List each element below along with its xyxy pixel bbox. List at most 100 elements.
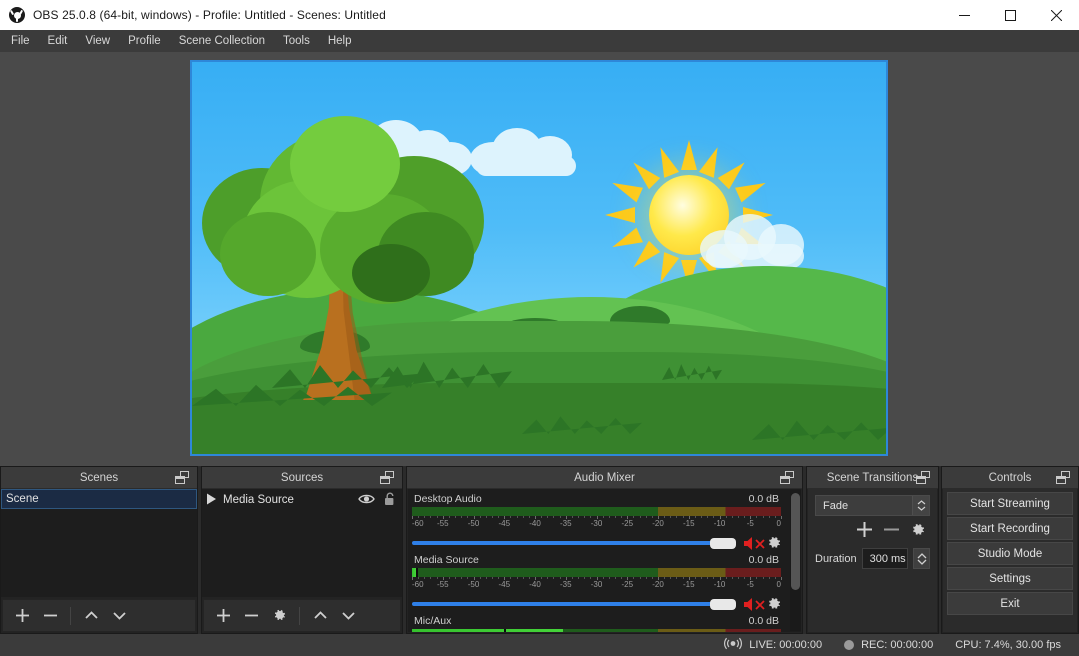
sources-header: Sources — [202, 467, 402, 489]
mixer-channel: Mic/Aux0.0 dB-60-55-50-45-40-35-30-25-20… — [408, 611, 801, 632]
meter-tick — [614, 516, 616, 518]
preview-canvas[interactable] — [190, 60, 888, 456]
maximize-icon[interactable] — [987, 0, 1033, 30]
meter-tick — [707, 577, 709, 579]
meter-tick — [510, 516, 512, 518]
scenes-list[interactable]: Scene — [1, 489, 197, 597]
meter-tick — [448, 577, 450, 579]
transition-select-arrows[interactable] — [912, 496, 929, 515]
start-recording-button[interactable]: Start Recording — [947, 517, 1073, 540]
transition-select[interactable]: Fade — [815, 495, 930, 516]
channel-header: Mic/Aux 0.0 dB — [412, 615, 781, 629]
volume-slider-handle[interactable] — [710, 537, 736, 549]
chevron-up-icon[interactable] — [307, 603, 333, 629]
channel-name: Desktop Audio — [414, 493, 482, 505]
meter-tick — [701, 516, 703, 518]
gear-icon[interactable] — [266, 603, 292, 629]
meter-tick — [571, 577, 573, 579]
menu-item-edit[interactable]: Edit — [39, 30, 77, 52]
float-dock-icon[interactable] — [780, 471, 794, 484]
menu-item-scene-collection[interactable]: Scene Collection — [170, 30, 274, 52]
duration-input[interactable]: 300 ms — [861, 548, 908, 569]
meter-tick — [491, 577, 493, 579]
mixer-title: Audio Mixer — [574, 471, 635, 484]
remove-icon[interactable] — [37, 603, 63, 629]
meter-tick — [781, 516, 782, 519]
scene-item-label: Scene — [6, 493, 39, 505]
menu-item-help[interactable]: Help — [319, 30, 361, 52]
eye-icon[interactable] — [358, 493, 375, 508]
meter-tick — [768, 516, 770, 518]
meter-tick — [455, 516, 457, 518]
meter-background — [412, 507, 781, 516]
meter-tick — [424, 577, 426, 579]
menu-item-profile[interactable]: Profile — [119, 30, 170, 52]
float-dock-icon[interactable] — [380, 471, 394, 484]
chevron-up-icon[interactable] — [78, 603, 104, 629]
sources-list[interactable]: Media Source — [202, 489, 402, 597]
float-dock-icon[interactable] — [916, 471, 930, 484]
live-timer: LIVE: 00:00:00 — [749, 639, 823, 651]
meter-tick-label: -15 — [682, 519, 695, 528]
meter-tick-label: -35 — [559, 519, 572, 528]
close-icon[interactable] — [1033, 0, 1079, 30]
meter-tick — [498, 577, 500, 579]
muted-speaker-icon[interactable] — [743, 597, 765, 611]
duration-stepper[interactable] — [913, 548, 930, 569]
meter-tick — [713, 577, 715, 579]
menu-item-view[interactable]: View — [76, 30, 119, 52]
meter-tick-label: -50 — [467, 519, 480, 528]
meter-tick — [516, 577, 518, 579]
volume-slider[interactable] — [412, 537, 736, 549]
float-dock-icon[interactable] — [175, 471, 189, 484]
remove-icon[interactable] — [238, 603, 264, 629]
duration-label: Duration — [815, 552, 857, 565]
float-dock-icon[interactable] — [1056, 471, 1070, 484]
mixer-channel: Desktop Audio 0.0 dB -60 -55 -50 -45 -40 -35 -30… — [408, 489, 801, 550]
meter-tick — [694, 516, 696, 518]
scene-list-item[interactable]: Scene — [1, 489, 197, 509]
meter-tick — [498, 516, 500, 518]
unlocked-padlock-icon[interactable] — [384, 492, 396, 509]
meter-tick-label: -50 — [467, 580, 480, 589]
broadcast-icon — [724, 637, 743, 653]
meter-tick — [639, 577, 641, 579]
start-streaming-button[interactable]: Start Streaming — [947, 492, 1073, 515]
meter-tick — [781, 577, 782, 580]
play-triangle-icon[interactable] — [206, 493, 217, 508]
add-icon[interactable] — [210, 603, 236, 629]
meter-tick — [516, 516, 518, 518]
meter-tick — [541, 577, 543, 579]
menu-item-file[interactable]: File — [2, 30, 39, 52]
mixer-scrollbar-thumb[interactable] — [791, 493, 800, 590]
meter-tick-label: -25 — [621, 580, 634, 589]
gear-icon[interactable] — [910, 522, 926, 543]
meter-tick — [756, 516, 758, 518]
volume-slider[interactable] — [412, 598, 736, 610]
studio-mode-button[interactable]: Studio Mode — [947, 542, 1073, 565]
remove-icon[interactable] — [883, 521, 900, 543]
meter-level — [412, 629, 564, 632]
chevron-down-icon[interactable] — [335, 603, 361, 629]
source-list-item[interactable]: Media Source — [202, 489, 402, 511]
meter-tick — [725, 577, 727, 579]
volume-slider-handle[interactable] — [710, 598, 736, 610]
duration-row: Duration 300 ms — [815, 548, 930, 569]
controls-body: Start Streaming Start Recording Studio M… — [943, 489, 1077, 632]
minimize-icon[interactable] — [941, 0, 987, 30]
cpu-label: CPU: 7.4%, 30.00 fps — [955, 639, 1061, 651]
exit-button[interactable]: Exit — [947, 592, 1073, 615]
meter-background — [412, 568, 781, 577]
settings-button[interactable]: Settings — [947, 567, 1073, 590]
add-icon[interactable] — [9, 603, 35, 629]
scene-transitions-dock: Scene Transitions Fade Duration 300 ms — [806, 466, 939, 634]
meter-tick — [418, 577, 420, 579]
chevron-down-icon[interactable] — [106, 603, 132, 629]
menu-item-tools[interactable]: Tools — [274, 30, 319, 52]
meter-tick — [455, 577, 457, 579]
muted-speaker-icon[interactable] — [743, 536, 765, 550]
meter-peak-marker — [415, 568, 418, 577]
channel-name: Media Source — [414, 554, 479, 566]
meter-tick — [578, 516, 580, 518]
add-icon[interactable] — [856, 521, 873, 543]
